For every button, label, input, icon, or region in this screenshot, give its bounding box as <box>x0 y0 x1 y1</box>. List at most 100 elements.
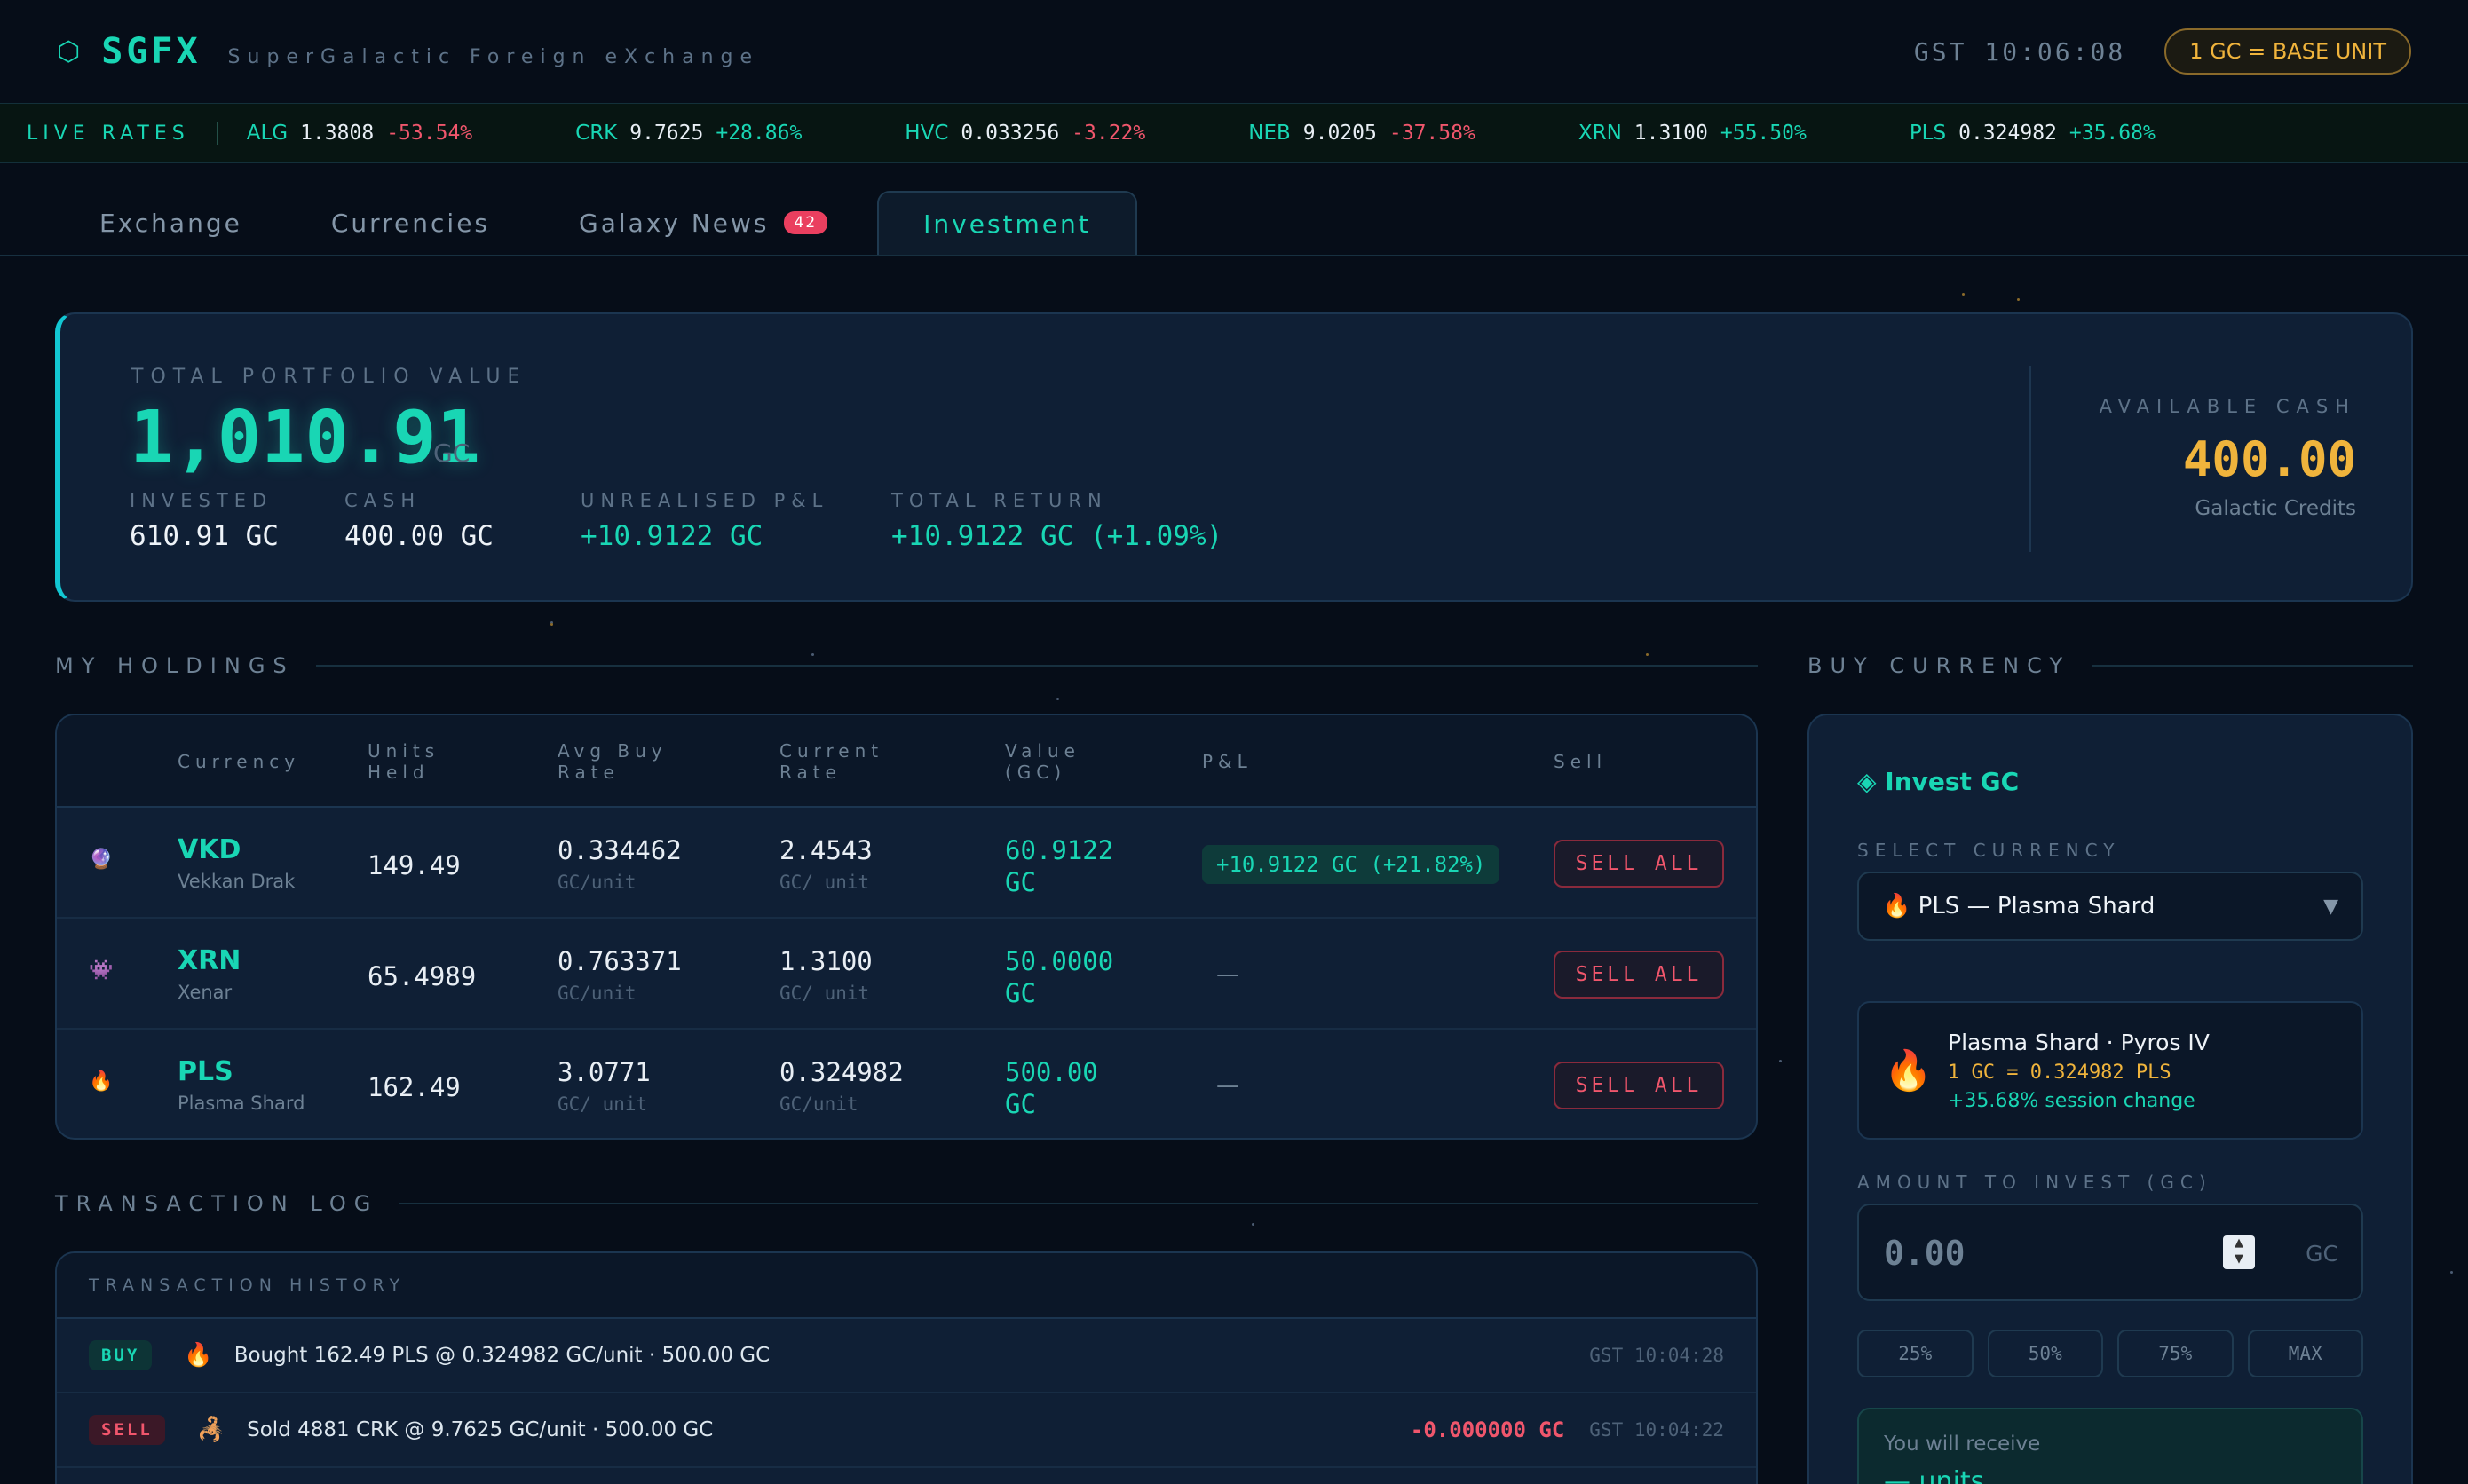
galactic-clock: GST 10:06:08 <box>1913 36 2126 67</box>
stat-value: 610.91 GC <box>130 520 279 552</box>
amount-label: AMOUNT TO INVEST (GC) <box>1857 1172 2212 1193</box>
divider <box>2029 366 2031 552</box>
section-rule <box>2092 665 2413 667</box>
holdings-table: Currency Units Held Avg Buy Rate Current… <box>55 714 1758 1140</box>
currency-name: Xenar <box>178 982 233 1003</box>
ticker-change: +35.68% <box>2069 122 2156 145</box>
col-current-rate: Current Rate <box>779 740 883 783</box>
ticker-rate: 1.3100 <box>1633 122 1708 145</box>
amount-value: 0.00 <box>1884 1234 1966 1273</box>
tab-currencies[interactable]: Currencies <box>287 191 534 255</box>
units-held: 162.49 <box>368 1072 461 1102</box>
currency-cell: VKD Vekkan Drak <box>178 834 295 892</box>
crystal-ball-icon: 🔮 <box>89 849 114 871</box>
pct-25-button[interactable]: 25% <box>1857 1330 1974 1377</box>
receive-preview: You will receive — units <box>1857 1408 2363 1484</box>
scorpion-icon: 🦂 <box>196 1417 226 1443</box>
unrealised-pnl-stat: UNREALISED P&L +10.9122 GC <box>581 490 828 552</box>
ticker-symbol: CRK <box>575 122 618 145</box>
ticker-change: -3.22% <box>1072 122 1146 145</box>
col-sell: Sell <box>1554 751 1608 772</box>
selected-currency: 🔥 PLS — Plasma Shard <box>1882 893 2156 920</box>
ticker-rate: 0.324982 <box>1958 122 2057 145</box>
rate-value: 0.763371 <box>558 946 682 976</box>
ticker-change: +28.86% <box>716 122 803 145</box>
col-avg-rate: Avg Buy Rate <box>558 740 668 783</box>
avg-buy-rate: 0.763371 GC/unit <box>558 945 682 1009</box>
value-gc: 50.0000 GC <box>1005 945 1113 1009</box>
avg-buy-rate: 3.0771 GC/ unit <box>558 1056 651 1120</box>
rate-value: 0.324982 <box>779 1057 904 1087</box>
sell-all-button[interactable]: SELL ALL <box>1554 840 1724 888</box>
transaction-description: Sold 4881 CRK @ 9.7625 GC/unit · 500.00 … <box>247 1418 714 1441</box>
table-header: Currency Units Held Avg Buy Rate Current… <box>57 715 1756 808</box>
sell-badge: SELL <box>89 1415 165 1445</box>
pnl-empty: — <box>1216 961 1239 988</box>
portfolio-value-unit: GC <box>433 438 471 468</box>
ticker-rate: 1.3808 <box>300 122 375 145</box>
value-gc: 60.9122 GC <box>1005 834 1113 898</box>
currency-select[interactable]: 🔥 PLS — Plasma Shard ▼ <box>1857 872 2363 941</box>
currency-name: Plasma Shard <box>178 1093 305 1114</box>
app-logo[interactable]: SGFX <box>101 31 201 72</box>
rate-unit: GC/ unit <box>558 1093 648 1115</box>
value-gc: 500.00 GC <box>1005 1056 1098 1120</box>
ticker-rate: 9.7625 <box>629 122 704 145</box>
section-rule <box>399 1203 1758 1204</box>
stat-value: +10.9122 GC <box>581 520 763 552</box>
stat-value: 400.00 GC <box>344 520 494 552</box>
ticker-symbol: HVC <box>905 122 949 145</box>
ticker-symbol: NEB <box>1248 122 1291 145</box>
value-unit: GC <box>1005 867 1036 897</box>
tab-label: Galaxy News <box>579 208 770 238</box>
buy-currency-panel: ◈ Invest GC SELECT CURRENCY 🔥 PLS — Plas… <box>1807 714 2413 1484</box>
ticker-item: PLS 0.324982 +35.68% <box>1910 122 2156 145</box>
tab-galaxy-news[interactable]: Galaxy News 42 <box>534 191 872 255</box>
value-unit: GC <box>1005 978 1036 1008</box>
currency-cell: XRN Xenar <box>178 945 241 1003</box>
table-row: 🔥 PLS Plasma Shard 162.49 3.0771 GC/ uni… <box>57 1030 1756 1138</box>
transaction-description: Bought 162.49 PLS @ 0.324982 GC/unit · 5… <box>233 1344 771 1367</box>
col-currency: Currency <box>178 751 301 772</box>
ticker-rate: 9.0205 <box>1302 122 1377 145</box>
tab-exchange[interactable]: Exchange <box>55 191 287 255</box>
receive-label: You will receive <box>1884 1433 2041 1456</box>
sell-all-button[interactable]: SELL ALL <box>1554 1062 1724 1109</box>
txlog-section-header: TRANSACTION LOG <box>55 1191 1758 1216</box>
invested-stat: INVESTED 610.91 GC <box>130 490 279 552</box>
section-title: MY HOLDINGS <box>55 653 295 678</box>
alien-icon: 👾 <box>89 959 114 982</box>
current-rate: 2.4543 GC/ unit <box>779 834 873 898</box>
rate-value: 2.4543 <box>779 835 873 865</box>
total-return-stat: TOTAL RETURN +10.9122 GC (+1.09%) <box>891 490 1222 552</box>
transaction-time: GST 10:04:22 <box>1589 1419 1724 1441</box>
available-cash-label: AVAILABLE CASH <box>2099 396 2356 417</box>
pct-50-button[interactable]: 50% <box>1987 1330 2103 1377</box>
ticker-rate: 0.033256 <box>961 122 1060 145</box>
col-line: Rate <box>558 762 620 783</box>
chevron-down-icon: ▼ <box>2323 895 2338 918</box>
col-line: Value <box>1005 740 1080 762</box>
max-button[interactable]: MAX <box>2247 1330 2363 1377</box>
sell-all-button[interactable]: SELL ALL <box>1554 951 1724 999</box>
app-subtitle: SuperGalactic Foreign eXchange <box>227 45 760 68</box>
star-decoration <box>1252 1223 1254 1226</box>
stat-label: TOTAL RETURN <box>891 490 1108 511</box>
units-held: 149.49 <box>368 850 461 880</box>
fire-icon: 🔥 <box>184 1342 213 1369</box>
col-line: (GC) <box>1005 762 1067 783</box>
stat-value: +10.9122 GC (+1.09%) <box>891 520 1223 552</box>
col-line: Units <box>368 740 440 762</box>
ticker-change: -53.54% <box>386 122 473 145</box>
tab-investment[interactable]: Investment <box>877 191 1137 255</box>
col-line: Rate <box>779 762 842 783</box>
rate-unit: GC/unit <box>558 983 637 1004</box>
amount-input[interactable]: 0.00 ▲ ▼ GC <box>1857 1204 2363 1301</box>
app-header: ⬡ SGFX SuperGalactic Foreign eXchange GS… <box>0 0 2468 103</box>
star-decoration <box>550 623 553 626</box>
pct-75-button[interactable]: 75% <box>2117 1330 2234 1377</box>
portfolio-summary-card: TOTAL PORTFOLIO VALUE 1,010.91 GC INVEST… <box>55 312 2413 602</box>
col-line: Held <box>368 762 430 783</box>
number-spinner-icon[interactable]: ▲ ▼ <box>2223 1235 2255 1269</box>
col-units: Units Held <box>368 740 439 783</box>
